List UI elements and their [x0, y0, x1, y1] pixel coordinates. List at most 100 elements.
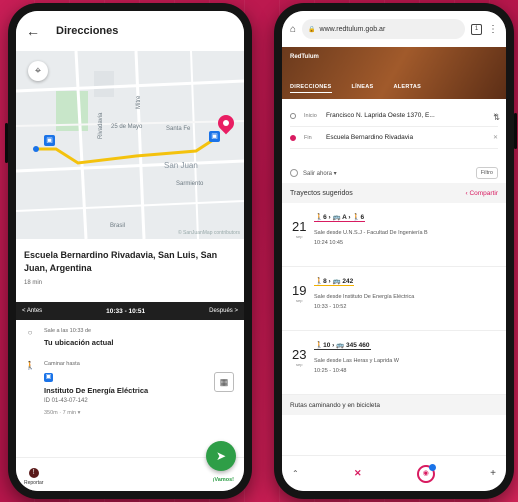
trip-time: 10:24 10:45	[314, 240, 344, 246]
report-button[interactable]: ! Reportar	[24, 468, 43, 486]
address-bar[interactable]: 🔒 www.redtulum.gob.ar	[302, 19, 465, 39]
origin-value[interactable]: Francisco N. Laprida Oeste 1370, E...	[326, 112, 485, 119]
walk-step[interactable]: 🚶 Caminar hasta ▣ Instituto De Energía E…	[24, 361, 236, 416]
trip-time: 10:33 - 10:52	[314, 304, 347, 310]
destination-dot-icon	[290, 134, 296, 141]
walk-bike-routes[interactable]: Rutas caminando y en bicicleta	[282, 395, 506, 415]
report-label: Reportar	[24, 480, 44, 486]
route-form: Inicio Francisco N. Laprida Oeste 1370, …	[282, 99, 506, 163]
menu-alerts[interactable]: ALERTAS	[393, 84, 421, 93]
trip-description: Sale desde U.N.S.J - Facultad De Ingenie…	[314, 230, 428, 236]
share-label: Compartir	[469, 189, 498, 197]
site-menu: DIRECCIONES LÍNEAS ALERTAS	[290, 84, 421, 93]
map-label: Sarmiento	[176, 181, 204, 187]
origin-field[interactable]: Inicio Francisco N. Laprida Oeste 1370, …	[290, 105, 498, 127]
map-label: San Juan	[164, 161, 198, 170]
lock-icon: 🔒	[308, 26, 316, 33]
home-icon[interactable]: ⌂	[290, 24, 296, 35]
notification-badge	[428, 463, 436, 471]
origin-label: Inicio	[304, 112, 317, 119]
walk-label: Caminar hasta	[44, 361, 80, 367]
camera-icon[interactable]: ◉	[416, 463, 436, 483]
trip-duration: 18 min	[24, 280, 43, 286]
stop-id: ID 01-43-07-142	[44, 398, 88, 404]
trip-day: 21	[292, 219, 307, 234]
destination-field[interactable]: Fin Escuela Bernardino Rivadavia ✕	[290, 127, 498, 149]
map-copyright: © SanJuanMap contributors	[177, 230, 240, 236]
url-text: www.redtulum.gob.ar	[319, 25, 386, 33]
ticket-icon[interactable]: ▦	[214, 372, 234, 392]
start-place-text: Tu ubicación actual	[44, 338, 114, 347]
walking-icon: 🚶	[25, 361, 35, 370]
previous-trip-button[interactable]: < Antes	[22, 308, 42, 314]
depart-selector[interactable]: Salir ahora ▾	[290, 169, 337, 177]
chevron-up-icon[interactable]: ⌃	[292, 469, 299, 478]
trip-day: 19	[292, 283, 307, 298]
site-header: RedTulum DIRECCIONES LÍNEAS ALERTAS	[282, 47, 506, 99]
redtulum-logo-icon[interactable]: ✕	[354, 468, 362, 479]
start-navigation-button[interactable]: ➤	[206, 441, 236, 471]
trip-month: sep	[296, 362, 303, 367]
destination-label: Fin	[304, 134, 312, 141]
trip-time: 10:25 - 10:48	[314, 368, 347, 374]
depart-option: Salir ahora ▾	[303, 170, 337, 177]
trip-option[interactable]: 21 sep 🚶6 › 🚌 A › 🚶6 Sale desde U.N.S.J …	[282, 203, 506, 267]
new-tab-icon[interactable]: +	[490, 468, 496, 479]
trip-day: 23	[292, 347, 307, 362]
map-label: Mitre	[136, 95, 142, 109]
bus-stop-icon: ▣	[44, 373, 53, 382]
page-title: Direcciones	[56, 25, 119, 37]
filter-button[interactable]: Filtro	[475, 167, 498, 179]
brand-logo[interactable]: RedTulum	[290, 54, 319, 60]
directions-header: ← Direcciones	[16, 11, 244, 51]
go-label: ¡Vamos!	[212, 477, 234, 483]
trip-options: Salir ahora ▾ Filtro	[282, 163, 506, 183]
trip-option[interactable]: 19 sep 🚶8 › 🚌 242 Sale desde Instituto D…	[282, 267, 506, 331]
walk-meta[interactable]: 350m · 7 min ▾	[44, 410, 236, 416]
suggested-header: Trayectos sugeridos ‹ Compartir	[282, 183, 506, 203]
trip-month: sep	[296, 298, 303, 303]
menu-directions[interactable]: DIRECCIONES	[290, 84, 332, 93]
my-location-icon[interactable]: ⌖	[28, 61, 48, 81]
destination-card: Escuela Bernardino Rivadavia, San Luis, …	[16, 239, 244, 292]
time-navigation-bar: < Antes 10:33 - 10:51 Después >	[16, 302, 244, 320]
trip-time-range: 10:33 - 10:51	[106, 307, 146, 315]
trip-date: 19 sep	[292, 283, 306, 303]
trip-legs: 🚶10 › 🚌 345 460	[314, 342, 371, 350]
swap-icon[interactable]: ⇅	[493, 113, 500, 122]
next-trip-button[interactable]: Después >	[209, 308, 238, 314]
map-view[interactable]: ⌖ ▣ ▣ 25 de Mayo Santa Fe San Juan Rivad…	[16, 51, 244, 239]
destination-name: Escuela Bernardino Rivadavia, San Luis, …	[24, 250, 218, 273]
browser-screen: ⌂ 🔒 www.redtulum.gob.ar 1 ⋮ RedTulum DIR…	[282, 11, 506, 491]
trip-date: 23 sep	[292, 347, 306, 367]
map-label: Brasil	[110, 223, 126, 229]
trip-option[interactable]: 23 sep 🚶10 › 🚌 345 460 Sale desde Las He…	[282, 331, 506, 395]
more-menu-icon[interactable]: ⋮	[488, 24, 498, 35]
suggested-title: Trayectos sugeridos	[290, 189, 353, 197]
stop-name: Instituto De Energía Eléctrica	[44, 386, 149, 395]
left-phone: ← Direcciones ⌖ ▣ ▣ 25 de Mayo Santa Fe …	[5, 3, 252, 499]
menu-lines[interactable]: LÍNEAS	[352, 84, 374, 93]
destination-value[interactable]: Escuela Bernardino Rivadavia	[326, 134, 485, 141]
origin-dot-icon	[290, 112, 296, 119]
trip-legs: 🚶8 › 🚌 242	[314, 278, 355, 286]
maps-screen: ← Direcciones ⌖ ▣ ▣ 25 de Mayo Santa Fe …	[16, 11, 244, 491]
start-time-text: Sale a las 10:33 de	[44, 328, 92, 334]
map-label: Santa Fe	[166, 126, 191, 132]
start-step[interactable]: ○ Sale a las 10:33 de Tu ubicación actua…	[24, 328, 236, 347]
right-phone: ⌂ 🔒 www.redtulum.gob.ar 1 ⋮ RedTulum DIR…	[274, 3, 517, 499]
browser-bottom-bar: ⌃ ✕ ◉ +	[282, 455, 506, 491]
clock-icon	[290, 169, 298, 177]
bus-stop-marker-icon[interactable]: ▣	[44, 135, 55, 146]
back-arrow-icon[interactable]: ←	[26, 23, 40, 39]
trip-description: Sale desde Las Heras y Laprida W	[314, 358, 399, 364]
map-label: Rivadavia	[98, 112, 104, 139]
tabs-icon[interactable]: 1	[471, 23, 482, 35]
trip-legs: 🚶6 › 🚌 A › 🚶6	[314, 214, 366, 222]
clear-destination-icon[interactable]: ✕	[493, 134, 498, 141]
bus-stop-marker-icon[interactable]: ▣	[209, 131, 220, 142]
report-icon: !	[28, 468, 39, 478]
map-label: 25 de Mayo	[111, 124, 143, 130]
trip-month: sep	[296, 234, 303, 239]
share-button[interactable]: ‹ Compartir	[465, 190, 498, 197]
